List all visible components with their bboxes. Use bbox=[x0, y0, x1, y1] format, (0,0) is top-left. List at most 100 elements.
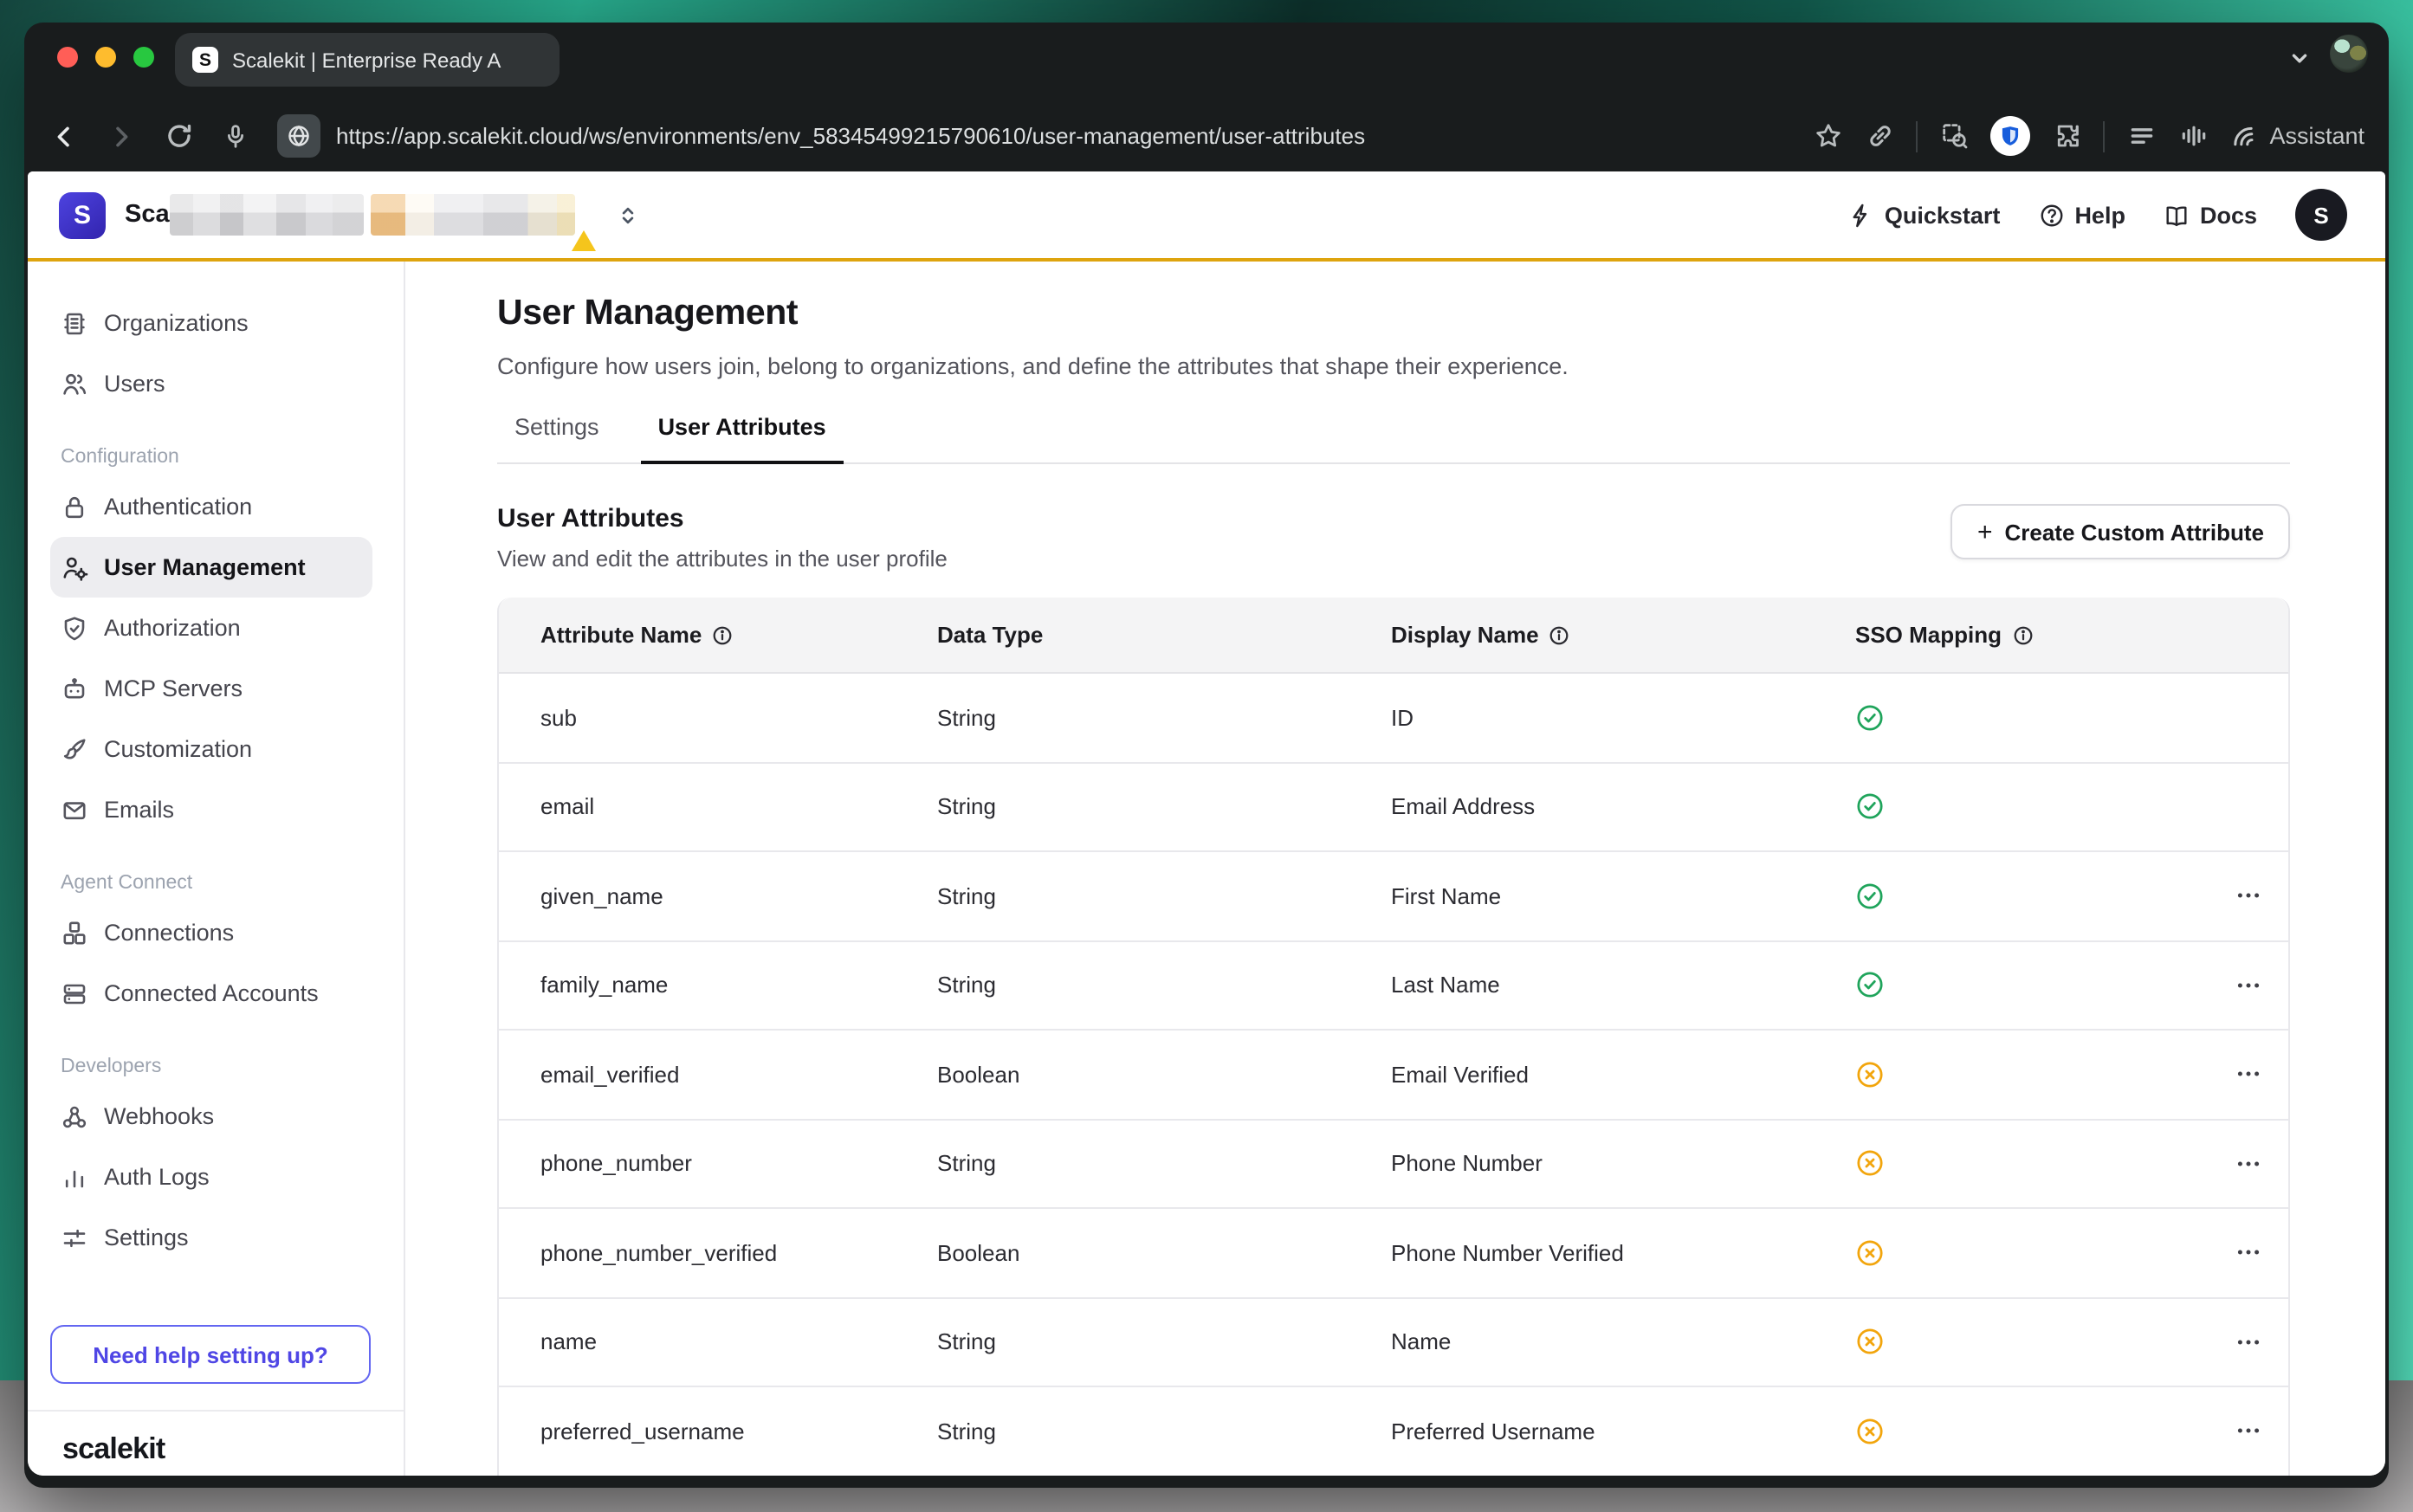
browser-tab[interactable]: S Scalekit | Enterprise Ready A bbox=[175, 33, 560, 87]
sidebar-item-label: Connections bbox=[104, 920, 234, 946]
address-bar[interactable]: https://app.scalekit.cloud/ws/environmen… bbox=[336, 123, 1788, 149]
page-title: User Management bbox=[497, 291, 2290, 336]
sidebar-item-auth-logs[interactable]: Auth Logs bbox=[50, 1147, 372, 1207]
sidebar-item-label: Customization bbox=[104, 736, 252, 762]
reload-button[interactable] bbox=[163, 120, 194, 152]
tab-user-attributes[interactable]: User Attributes bbox=[641, 412, 844, 464]
bookmark-star-icon[interactable] bbox=[1812, 120, 1843, 152]
cell-row-menu bbox=[2219, 1412, 2288, 1451]
robot-icon bbox=[61, 675, 88, 702]
section-heading: User Attributes bbox=[497, 504, 948, 533]
user-avatar[interactable]: S bbox=[2295, 189, 2347, 241]
browser-tab-strip: S Scalekit | Enterprise Ready A bbox=[24, 23, 2389, 100]
sso-unmapped-icon bbox=[1855, 1417, 1885, 1446]
tab-settings[interactable]: Settings bbox=[497, 412, 617, 464]
quickstart-button[interactable]: Quickstart bbox=[1848, 202, 2001, 228]
desktop: S Scalekit | Enterprise Ready A https://… bbox=[0, 0, 2413, 1512]
cell-attribute-name: name bbox=[499, 1329, 937, 1355]
plus-icon: + bbox=[1977, 519, 1993, 545]
close-window-button[interactable] bbox=[57, 47, 78, 68]
table-row-email: email String Email Address bbox=[499, 763, 2288, 852]
extensions-puzzle-icon[interactable] bbox=[2051, 120, 2082, 152]
sidebar-item-settings[interactable]: Settings bbox=[50, 1207, 372, 1268]
table-row-preferred-username: preferred_username String Preferred User… bbox=[499, 1387, 2288, 1476]
row-menu-button[interactable] bbox=[2229, 1145, 2267, 1183]
cell-attribute-name: phone_number_verified bbox=[499, 1240, 937, 1266]
sidebar-item-authentication[interactable]: Authentication bbox=[50, 476, 372, 537]
sidebar-item-webhooks[interactable]: Webhooks bbox=[50, 1086, 372, 1147]
need-help-button[interactable]: Need help setting up? bbox=[50, 1325, 371, 1384]
search-in-page-icon[interactable] bbox=[1938, 120, 1970, 152]
voice-waveform-icon[interactable] bbox=[2177, 120, 2209, 152]
sso-mapped-icon bbox=[1855, 971, 1885, 1000]
cell-attribute-name: family_name bbox=[499, 972, 937, 998]
row-menu-button[interactable] bbox=[2229, 1056, 2267, 1094]
info-icon[interactable] bbox=[2012, 624, 2033, 645]
environment-name-redacted bbox=[371, 194, 575, 236]
reading-list-icon[interactable] bbox=[2125, 120, 2157, 152]
info-icon[interactable] bbox=[1549, 624, 1570, 645]
scalekit-app: S Sca Quickstart bbox=[28, 171, 2385, 1476]
ellipsis-icon bbox=[2235, 882, 2262, 910]
site-info-globe-icon[interactable] bbox=[277, 114, 320, 158]
ellipsis-icon bbox=[2235, 1328, 2262, 1356]
cell-display-name: Name bbox=[1391, 1329, 1855, 1355]
assistant-button[interactable]: Assistant bbox=[2229, 122, 2364, 150]
zoom-window-button[interactable] bbox=[133, 47, 154, 68]
sidebar-item-connected-accounts[interactable]: Connected Accounts bbox=[50, 963, 372, 1024]
row-menu-button[interactable] bbox=[2229, 1412, 2267, 1451]
create-custom-attribute-button[interactable]: + Create Custom Attribute bbox=[1951, 504, 2290, 559]
row-menu-button[interactable] bbox=[2229, 1234, 2267, 1272]
back-button[interactable] bbox=[49, 120, 80, 152]
toolbar-divider bbox=[2103, 120, 2105, 152]
row-menu-button[interactable] bbox=[2229, 877, 2267, 915]
table-row-sub: sub String ID bbox=[499, 674, 2288, 763]
workspace-name-redacted bbox=[170, 194, 364, 236]
cell-attribute-name: given_name bbox=[499, 883, 937, 909]
sidebar-item-emails[interactable]: Emails bbox=[50, 779, 372, 840]
organizations-icon bbox=[61, 309, 88, 337]
toolbar-extensions: Assistant bbox=[1812, 116, 2364, 156]
sidebar-item-label: Webhooks bbox=[104, 1103, 214, 1129]
docs-button[interactable]: Docs bbox=[2164, 202, 2257, 228]
row-menu-button[interactable] bbox=[2229, 966, 2267, 1005]
bitwarden-extension-icon[interactable] bbox=[1990, 116, 2030, 156]
browser-profile-avatar[interactable] bbox=[2330, 35, 2368, 73]
cell-sso-mapping bbox=[1855, 703, 2219, 733]
shield-check-icon bbox=[61, 614, 88, 642]
sidebar-section-configuration: Configuration bbox=[61, 438, 404, 476]
copy-link-icon[interactable] bbox=[1864, 120, 1895, 152]
sidebar-item-label: Users bbox=[104, 371, 165, 397]
sidebar-item-authorization[interactable]: Authorization bbox=[50, 598, 372, 658]
sidebar-item-connections[interactable]: Connections bbox=[50, 902, 372, 963]
tab-list-chevron-icon[interactable] bbox=[2287, 45, 2313, 71]
cell-sso-mapping bbox=[1855, 882, 2219, 911]
ellipsis-icon bbox=[2235, 1150, 2262, 1178]
sidebar-item-customization[interactable]: Customization bbox=[50, 719, 372, 779]
cell-data-type: String bbox=[937, 883, 1391, 909]
browser-toolbar: https://app.scalekit.cloud/ws/environmen… bbox=[24, 100, 2389, 171]
minimize-window-button[interactable] bbox=[95, 47, 116, 68]
forward-button[interactable] bbox=[106, 120, 137, 152]
info-icon[interactable] bbox=[712, 624, 733, 645]
envelope-icon bbox=[61, 796, 88, 824]
cell-row-menu bbox=[2219, 1323, 2288, 1361]
section-header: User Attributes View and edit the attrib… bbox=[497, 504, 2290, 572]
table-row-given-name: given_name String First Name bbox=[499, 852, 2288, 941]
cell-data-type: Boolean bbox=[937, 1240, 1391, 1266]
cell-display-name: ID bbox=[1391, 705, 1855, 731]
workspace-switcher[interactable]: S Sca bbox=[59, 171, 639, 258]
sidebar-item-mcp-servers[interactable]: MCP Servers bbox=[50, 658, 372, 719]
tab-title: Scalekit | Enterprise Ready A bbox=[232, 48, 501, 72]
sidebar-item-user-management[interactable]: User Management bbox=[50, 537, 372, 598]
row-menu-button[interactable] bbox=[2229, 1323, 2267, 1361]
help-button[interactable]: Help bbox=[2038, 202, 2125, 228]
sidebar-item-organizations[interactable]: Organizations bbox=[50, 293, 372, 353]
cell-attribute-name: email_verified bbox=[499, 1062, 937, 1088]
microphone-icon[interactable] bbox=[220, 120, 251, 152]
sidebar-section-developers: Developers bbox=[61, 1048, 404, 1086]
app-header: S Sca Quickstart bbox=[28, 171, 2385, 262]
sidebar-item-users[interactable]: Users bbox=[50, 353, 372, 414]
workspace-name: Sca bbox=[125, 201, 170, 229]
sidebar-item-label: Emails bbox=[104, 797, 174, 823]
